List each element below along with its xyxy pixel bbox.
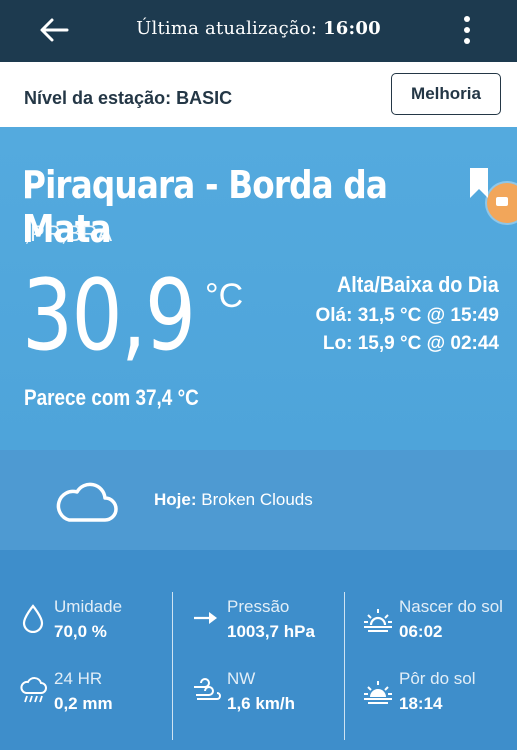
stats-grid: Umidade 70,0 % Pressão 1003,7 hPa Nascer… — [0, 550, 517, 750]
upgrade-button[interactable]: Melhoria — [391, 73, 501, 115]
kebab-dot-icon — [464, 16, 470, 22]
bookmark-button[interactable] — [469, 167, 489, 199]
station-level-label: Nível da estação: BASIC — [24, 88, 233, 108]
bookmark-icon — [470, 168, 488, 198]
current-temperature: 30,9 — [22, 259, 196, 373]
stat-value: 0,2 mm — [54, 694, 113, 713]
stat-label: Nascer do sol — [399, 597, 503, 616]
stat-value: 18:14 — [399, 694, 443, 713]
column-divider — [172, 592, 173, 740]
stat-value: 06:02 — [399, 622, 443, 641]
stat-label: 24 HR — [54, 669, 103, 688]
forecast-band: Hoje: Broken Clouds — [0, 450, 517, 550]
stat-value: 1003,7 hPa — [227, 622, 315, 641]
column-divider — [344, 592, 345, 740]
last-update-label: Última atualização: — [136, 18, 318, 39]
kebab-dot-icon — [464, 38, 470, 44]
station-level-bar: Nível da estação: BASIC Melhoria — [0, 68, 517, 131]
forecast-condition: Broken Clouds — [201, 490, 313, 509]
camera-bubble-button[interactable] — [487, 183, 517, 223]
temperature-unit: °C — [205, 277, 244, 315]
kebab-dot-icon — [464, 27, 470, 33]
cloud-icon — [56, 482, 118, 522]
feels-like: Parece com 37,4 °C — [24, 385, 199, 410]
last-update-time: 16:00 — [323, 18, 381, 39]
stat-value: 1,6 km/h — [227, 694, 296, 713]
humidity-drop-icon — [22, 604, 44, 633]
stat-label: Umidade — [54, 597, 123, 616]
sunset-icon — [364, 681, 392, 704]
pressure-arrow-icon — [194, 612, 217, 624]
hilo-title: Alta/Baixa do Dia — [337, 272, 499, 297]
location-region: ,PR,BRA — [24, 221, 113, 246]
daily-high: Olá: 31,5 °C @ 15:49 — [315, 305, 500, 326]
top-app-bar: Última atualização: 16:00 — [0, 0, 517, 62]
rain-cloud-icon — [20, 677, 47, 703]
wind-icon — [194, 678, 221, 700]
forecast-label: Hoje: — [154, 490, 197, 509]
overflow-menu-button[interactable] — [457, 12, 477, 48]
stat-label: Pressão — [227, 597, 290, 616]
stat-label: Pôr do sol — [399, 669, 476, 688]
last-update-title: Última atualização: 16:00 — [0, 18, 517, 39]
forecast-text: Hoje: Broken Clouds — [154, 490, 313, 510]
current-conditions-panel: Piraquara - Borda da Mata ,PR,BRA 30,9 °… — [0, 127, 517, 450]
daily-low: Lo: 15,9 °C @ 02:44 — [322, 333, 499, 354]
stat-value: 70,0 % — [54, 622, 107, 641]
stat-label: NW — [227, 669, 256, 688]
camera-icon — [496, 197, 508, 206]
sunrise-icon — [364, 609, 392, 632]
